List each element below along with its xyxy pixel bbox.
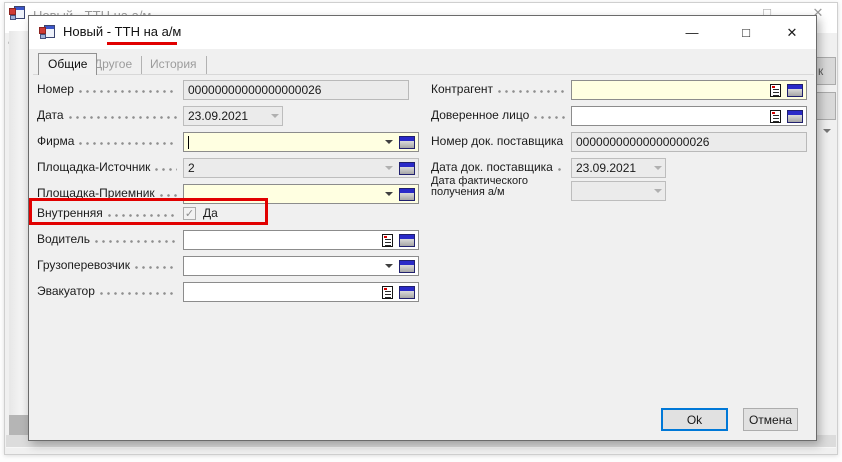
dotted-leader [155, 168, 177, 171]
label-gruzoperevozchik: Грузоперевозчик [37, 258, 183, 272]
icon-red-square [9, 8, 16, 15]
dotted-leader [558, 168, 565, 171]
doverennoe-field[interactable] [571, 106, 807, 126]
open-card-button[interactable] [399, 188, 415, 201]
label-kontragent: Контрагент [431, 82, 571, 96]
nomer-dok-value: 00000000000000000026 [576, 135, 709, 149]
label-priemnik: Площадка-Приемник [37, 186, 183, 200]
tab-label: Другое [94, 57, 132, 71]
istochnik-combobox: 2 [183, 158, 419, 178]
dialog-title: Новый - ТТН на а/м [63, 24, 181, 39]
maximize-icon[interactable]: □ [735, 23, 757, 43]
dotted-leader [160, 194, 177, 197]
label-data: Дата [37, 108, 183, 122]
label-vnutrennyaya: Внутренняя [37, 206, 183, 220]
ok-button-label: Ok [687, 413, 702, 427]
open-card-button[interactable] [399, 234, 415, 247]
dropdown-arrow-icon[interactable] [385, 192, 393, 196]
vnutrennyaya-checkbox[interactable]: ✓ [183, 207, 196, 220]
dropdown-arrow-icon[interactable] [385, 264, 393, 268]
label-doverennoe: Доверенное лицо [431, 108, 571, 122]
nomer-field: 00000000000000000026 [183, 80, 409, 100]
open-card-button[interactable] [399, 286, 415, 299]
tab-label: Общие [48, 57, 87, 71]
dropdown-arrow-icon [654, 189, 662, 193]
firma-combobox[interactable] [183, 132, 419, 152]
label-istochnik: Площадка-Источник [37, 160, 183, 174]
label-nomer: Номер [37, 82, 183, 96]
tab-obshchie[interactable]: Общие [38, 53, 97, 75]
voditel-field[interactable] [183, 230, 419, 250]
lookup-list-icon[interactable] [382, 234, 393, 247]
cancel-button-label: Отмена [749, 413, 792, 427]
dotted-leader [79, 90, 177, 93]
lookup-list-icon[interactable] [770, 84, 781, 97]
label-data-fakt: Дата фактического получения а/м [431, 176, 577, 198]
dropdown-arrow-icon [385, 166, 393, 170]
data-fakt-datepicker [571, 181, 666, 201]
screen: Новый - ТТН на а/м □ ✕ Ф к Новый - ТТН н… [0, 0, 842, 462]
dotted-leader [69, 116, 177, 119]
tab-istoriya[interactable]: История [141, 56, 207, 74]
open-card-button[interactable] [787, 84, 803, 97]
label-evakuator: Эвакуатор [37, 284, 183, 298]
icon-gray-square [10, 15, 16, 20]
dialog-form-icon [39, 24, 55, 40]
open-card-button[interactable] [399, 260, 415, 273]
dotted-leader [95, 240, 177, 243]
kontragent-field[interactable] [571, 80, 807, 100]
label-voditel: Водитель [37, 232, 183, 246]
open-card-button[interactable] [399, 162, 415, 175]
label-firma: Фирма [37, 134, 183, 148]
parent-side-button-label: к [818, 64, 823, 78]
tab-label: История [150, 57, 197, 71]
checkmark-icon: ✓ [185, 207, 194, 220]
dialog-titlebar: Новый - ТТН на а/м — □ ✕ [29, 16, 816, 49]
dropdown-arrow-icon[interactable] [385, 140, 393, 144]
icon-gray-square [40, 34, 46, 39]
label-data-dok: Дата док. поставщика [431, 160, 571, 174]
vnutrennyaya-checkbox-label: Да [203, 206, 218, 220]
open-card-button[interactable] [399, 136, 415, 149]
ok-button[interactable]: Ok [661, 408, 728, 431]
label-nomer-dok: Номер док. поставщика [431, 134, 571, 148]
dotted-leader [100, 292, 177, 295]
annotation-underline [107, 42, 177, 45]
dropdown-arrow-icon [654, 166, 662, 170]
data-datepicker: 23.09.2021 [183, 106, 283, 126]
app-form-icon [9, 5, 25, 21]
data-value: 23.09.2021 [188, 109, 248, 123]
lookup-list-icon[interactable] [770, 110, 781, 123]
dotted-leader [534, 116, 565, 119]
evakuator-field[interactable] [183, 282, 419, 302]
dropdown-arrow-icon [271, 114, 279, 118]
tabstrip-baseline [33, 74, 814, 75]
parent-chevron-down-icon[interactable] [823, 129, 831, 133]
nomer-dok-field: 00000000000000000026 [571, 132, 807, 152]
parent-left-panel [9, 31, 30, 415]
istochnik-value: 2 [188, 161, 195, 175]
dotted-leader [79, 142, 177, 145]
cancel-button[interactable]: Отмена [743, 408, 798, 431]
text-caret [188, 136, 189, 149]
priemnik-combobox[interactable] [183, 184, 419, 204]
minimize-icon[interactable]: — [681, 23, 703, 43]
dotted-leader [108, 214, 177, 217]
data-dok-datepicker: 23.09.2021 [571, 158, 666, 178]
data-dok-value: 23.09.2021 [576, 161, 636, 175]
icon-red-square [39, 27, 46, 34]
lookup-list-icon[interactable] [382, 286, 393, 299]
gruzoperevozchik-combobox[interactable] [183, 256, 419, 276]
dialog-new-ttn: Новый - ТТН на а/м — □ ✕ Общие Другое Ис… [28, 15, 817, 441]
close-icon[interactable]: ✕ [781, 23, 803, 43]
open-card-button[interactable] [787, 110, 803, 123]
dotted-leader [135, 266, 177, 269]
nomer-value: 00000000000000000026 [188, 83, 321, 97]
dotted-leader [498, 90, 565, 93]
